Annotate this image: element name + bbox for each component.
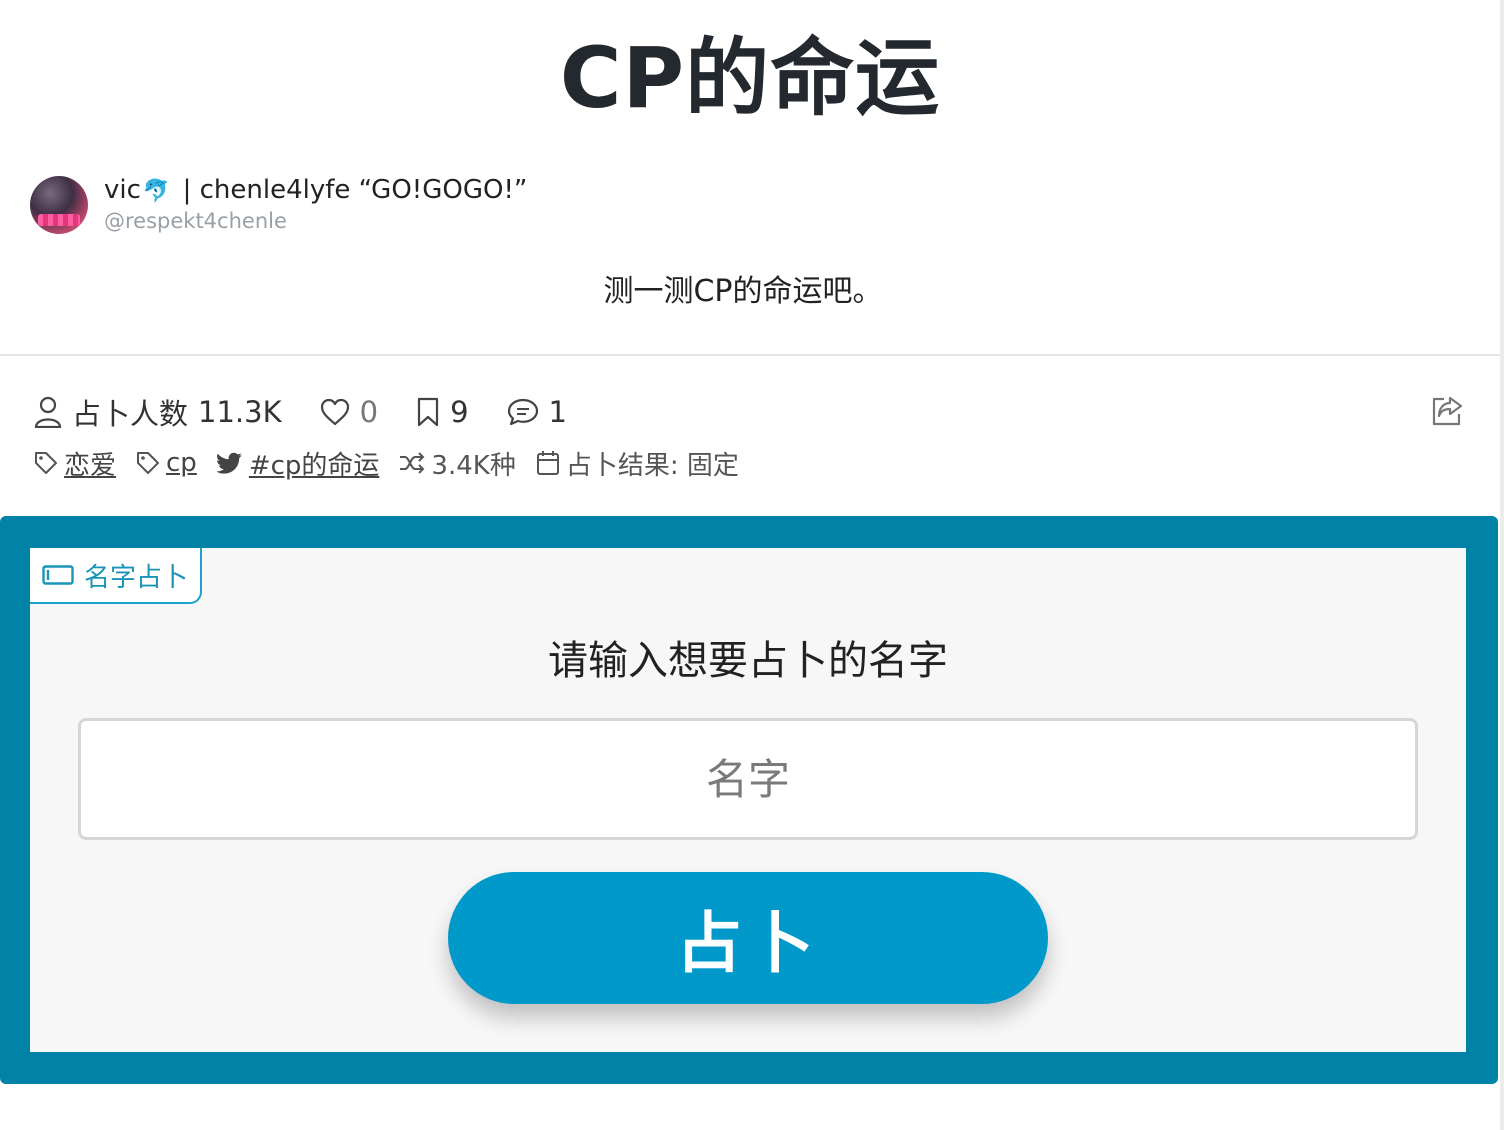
author-handle[interactable]: @respekt4chenle (104, 207, 527, 235)
tag-love[interactable]: 恋爱 (34, 445, 116, 482)
comment-icon (507, 398, 538, 426)
like-button[interactable]: 0 (320, 395, 378, 429)
divination-panel: 名字占卜 请输入想要占卜的名字 占卜 (0, 516, 1498, 1084)
panel-type-label: 名字占卜 (84, 562, 189, 593)
card-icon (42, 565, 74, 585)
result-type-info: 占卜结果: 固定 (536, 445, 739, 482)
comment-button[interactable]: 1 (507, 395, 567, 429)
tag-cp[interactable]: cp (136, 448, 197, 478)
bookmark-button[interactable]: 9 (416, 395, 469, 429)
variations-count: 3.4K种 (431, 450, 516, 481)
input-prompt: 请输入想要占卜的名字 (548, 638, 948, 684)
calendar-icon (536, 451, 559, 475)
tag-icon (137, 452, 160, 474)
comments-count: 1 (548, 395, 567, 429)
likes-count: 0 (359, 395, 379, 429)
person-icon (34, 396, 62, 428)
author-name-suffix: | chenle4lyfe “GO!GOGO!” (174, 175, 528, 205)
avatar[interactable] (30, 176, 88, 234)
variations-info: 3.4K种 (399, 445, 516, 482)
page-title: CP的命运 (559, 29, 941, 127)
players-label: 占卜人数 (72, 397, 189, 431)
author-name[interactable]: vic🐬 | chenle4lyfe “GO!GOGO!” (104, 175, 527, 207)
twitter-icon (216, 452, 242, 474)
scrollbar[interactable] (1500, 0, 1504, 1130)
name-input[interactable] (78, 718, 1418, 840)
result-type: 占卜结果: 固定 (565, 450, 739, 481)
stats-bar: 占卜人数 11.3K 0 9 1 (34, 392, 605, 432)
bookmark-icon (417, 397, 439, 427)
author-text: vic🐬 | chenle4lyfe “GO!GOGO!” @respekt4c… (104, 175, 527, 235)
tag-love-link[interactable]: 恋爱 (64, 445, 116, 482)
twitter-hashtag[interactable]: #cp的命运 (216, 445, 380, 482)
share-icon (1432, 396, 1463, 426)
dolphin-emoji: 🐬 (142, 179, 171, 204)
tag-cp-link[interactable]: cp (166, 448, 197, 478)
divider (0, 354, 1500, 356)
heart-icon (320, 398, 349, 426)
share-button[interactable] (1430, 394, 1464, 432)
page: CP的命运 vic🐬 | chenle4lyfe “GO!GOGO!” @res… (0, 0, 1504, 1130)
players-count: 11.3K (198, 395, 282, 429)
divine-button[interactable]: 占卜 (448, 872, 1048, 1004)
shuffle-icon (400, 452, 425, 474)
hashtag-link[interactable]: #cp的命运 (249, 445, 380, 482)
panel-type-badge: 名字占卜 (30, 548, 202, 604)
tag-icon (35, 452, 57, 474)
bookmarks-count: 9 (450, 395, 469, 429)
players-stat: 占卜人数 11.3K (34, 391, 282, 433)
page-description: 测一测CP的命运吧。 (603, 274, 883, 309)
author-name-prefix: vic (104, 175, 141, 205)
divination-panel-body: 名字占卜 请输入想要占卜的名字 占卜 (30, 548, 1466, 1052)
tags-bar: 恋爱 cp #cp的命运 3.4K种 占卜结果: 固定 (34, 444, 759, 482)
author-block[interactable]: vic🐬 | chenle4lyfe “GO!GOGO!” @respekt4c… (30, 175, 527, 235)
